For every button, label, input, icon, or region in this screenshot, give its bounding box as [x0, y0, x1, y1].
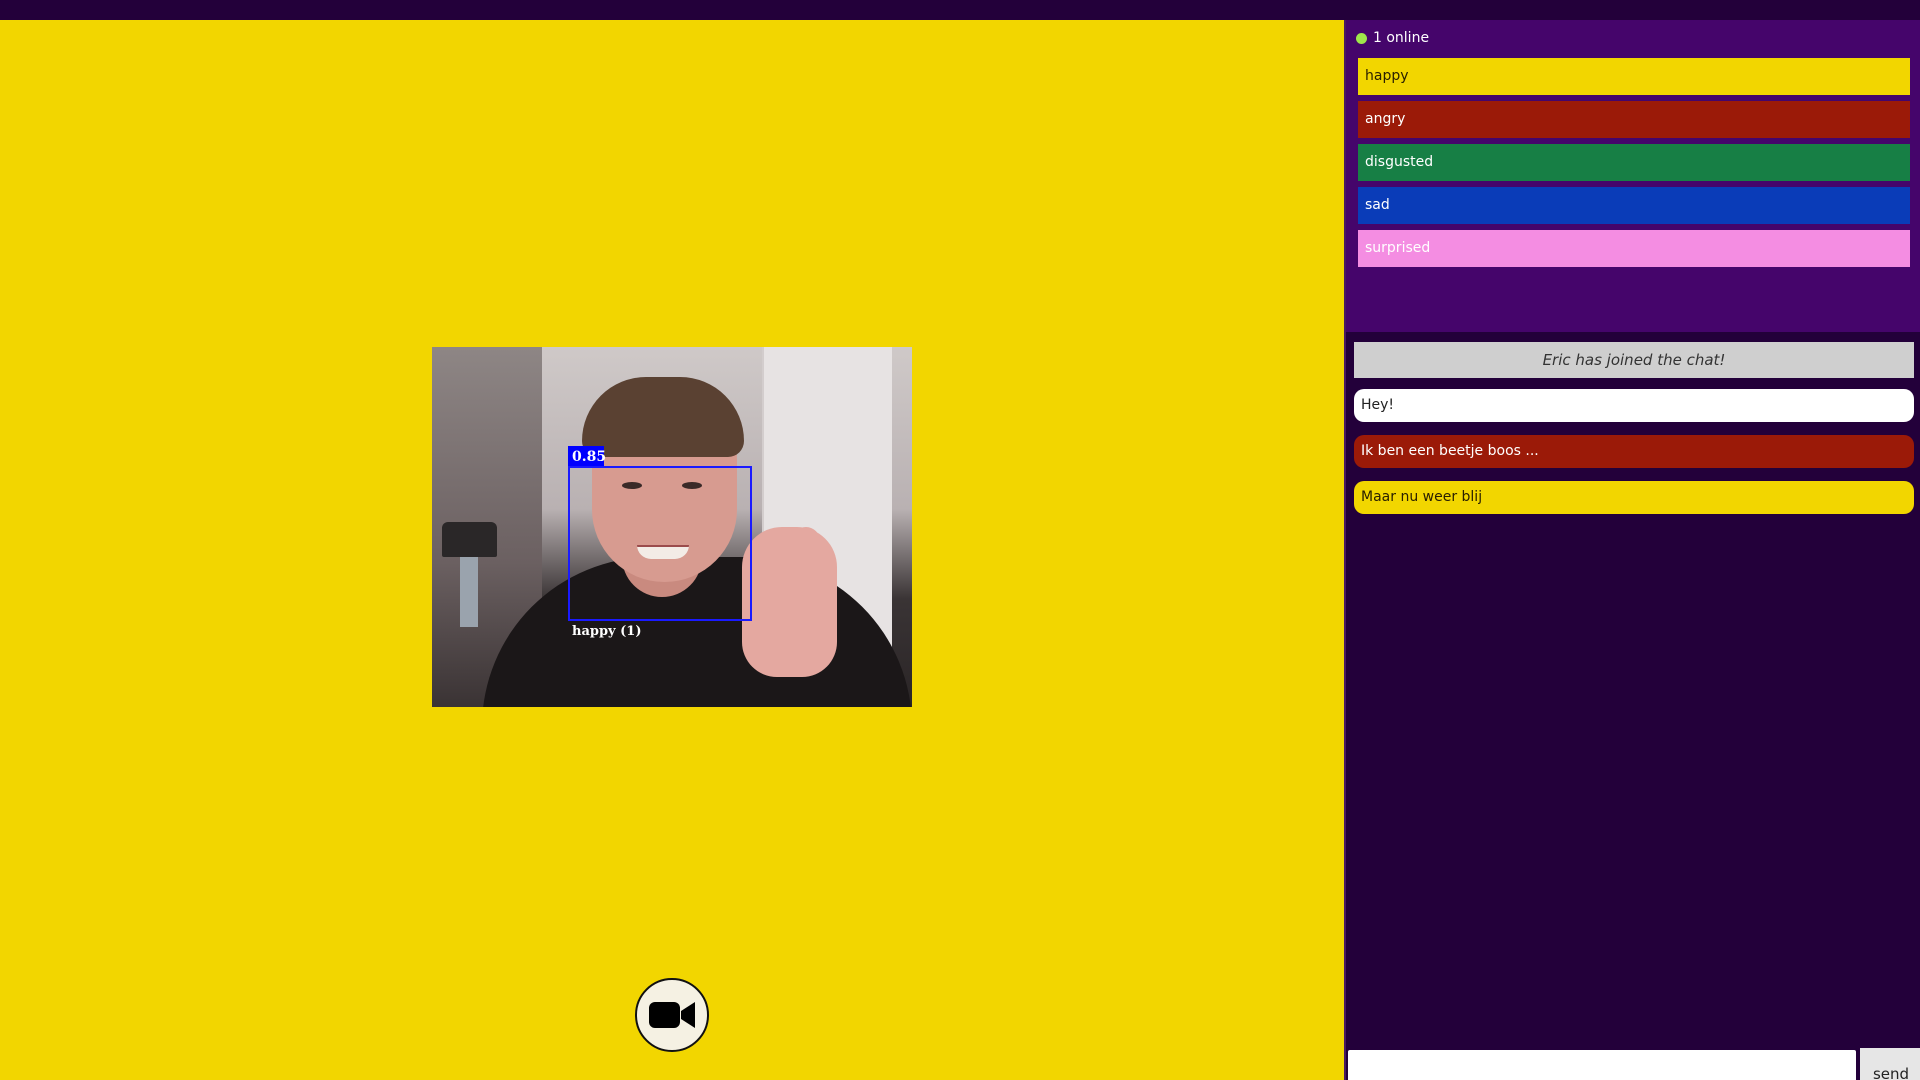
detection-label: happy (1): [572, 624, 642, 639]
send-button[interactable]: send: [1860, 1048, 1920, 1080]
message-composer: send: [1346, 1048, 1920, 1080]
face-detection-box: [568, 466, 752, 621]
emotion-sad[interactable]: sad: [1358, 187, 1910, 224]
background-lamp-base: [460, 557, 478, 627]
video-camera-icon: [649, 1002, 695, 1028]
detection-score: 0.85: [568, 446, 606, 468]
toggle-camera-button[interactable]: [635, 978, 709, 1052]
system-message: Eric has joined the chat!: [1354, 342, 1914, 378]
emotion-surprised[interactable]: surprised: [1358, 230, 1910, 267]
sidebar: 1 online happy angry disgusted sad surpr…: [1344, 20, 1920, 1080]
online-count: 1 online: [1373, 30, 1430, 46]
chat-message: Hey!: [1354, 389, 1914, 422]
chat-message: Ik ben een beetje boos ...: [1354, 435, 1914, 468]
emotion-angry[interactable]: angry: [1358, 101, 1910, 138]
chat-message: Maar nu weer blij: [1354, 481, 1914, 514]
top-bar: [0, 0, 1920, 20]
background-lamp: [442, 522, 497, 557]
emotion-happy[interactable]: happy: [1358, 58, 1910, 95]
emotion-disgusted[interactable]: disgusted: [1358, 144, 1910, 181]
online-dot-icon: [1356, 32, 1367, 44]
message-input[interactable]: [1346, 1048, 1858, 1080]
person-hair: [582, 377, 744, 457]
emotion-panel: 1 online happy angry disgusted sad surpr…: [1346, 20, 1920, 332]
person-hand: [742, 527, 837, 677]
online-status: 1 online: [1356, 30, 1429, 46]
person-thumb: [792, 527, 820, 587]
